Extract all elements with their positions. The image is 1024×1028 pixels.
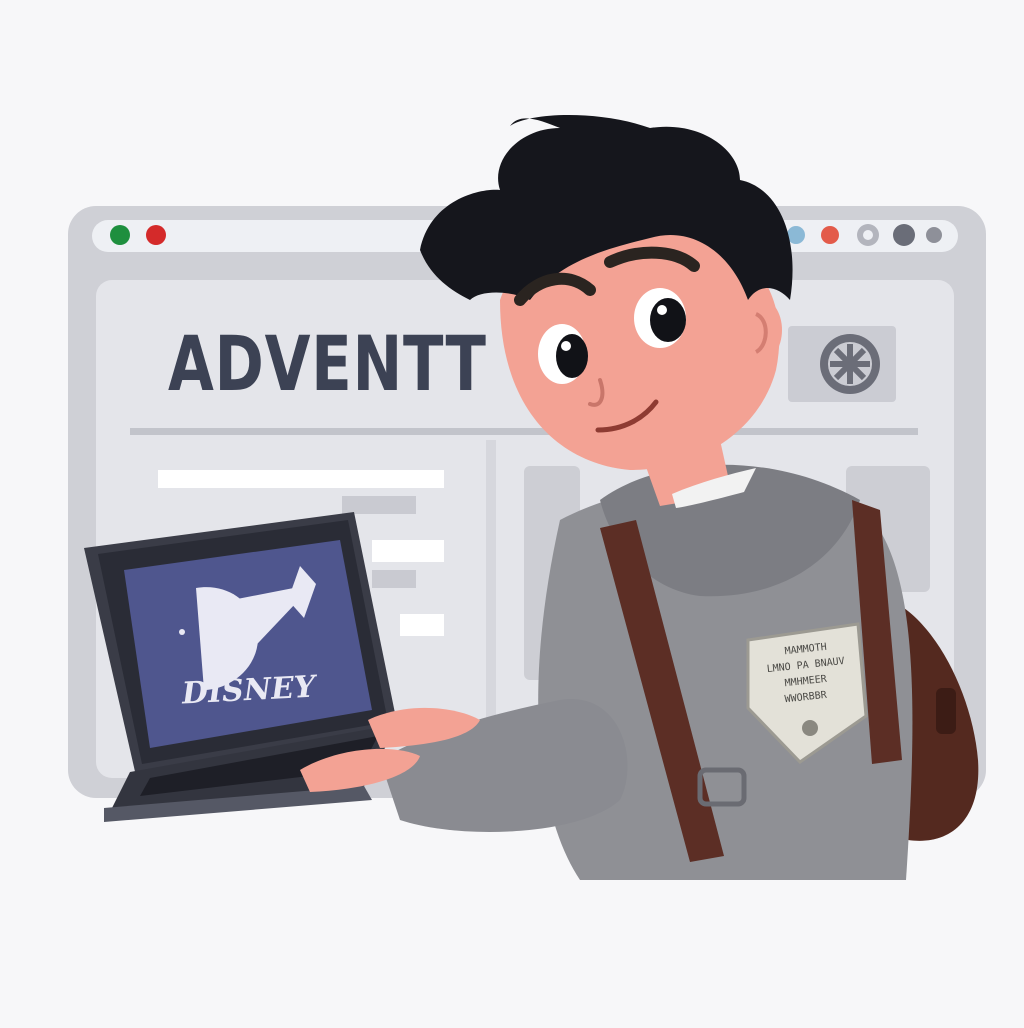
illustration: MAMMOTH LMNO PA BNAUV MMHMEER WWORBBR AD…: [0, 0, 1024, 1024]
divider: [130, 428, 918, 435]
star-icon: [179, 629, 185, 635]
window-dot-red-icon[interactable]: [146, 225, 166, 245]
text-line: [372, 540, 444, 562]
ear: [738, 298, 782, 362]
window-dot-dark-icon[interactable]: [893, 224, 915, 246]
text-line: [372, 570, 416, 588]
window-dot-green-icon[interactable]: [110, 225, 130, 245]
page-title: ADVENTT: [168, 319, 487, 408]
window-dot-orange-icon[interactable]: [821, 226, 839, 244]
gear-icon[interactable]: [820, 334, 880, 394]
illustration-canvas: MAMMOTH LMNO PA BNAUV MMHMEER WWORBBR: [68, 115, 986, 880]
text-line: [158, 470, 444, 488]
window-dot-gray-icon[interactable]: [926, 227, 942, 243]
text-line: [342, 496, 416, 514]
text-line: [400, 614, 444, 636]
screen-logo-text: DISNEY: [181, 669, 317, 712]
